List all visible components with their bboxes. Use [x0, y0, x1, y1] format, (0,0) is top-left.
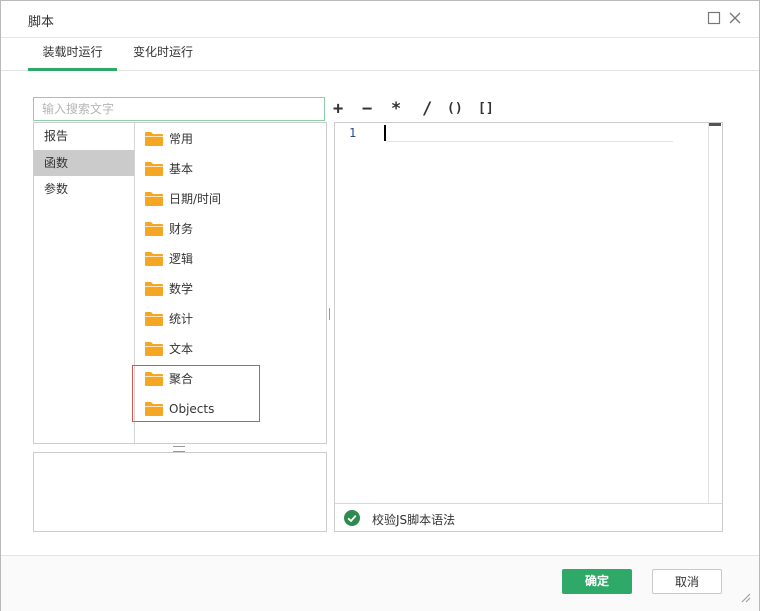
tab-on-load[interactable]: 装载时运行	[28, 38, 117, 71]
folder-icon	[145, 342, 163, 356]
category-item-functions[interactable]: 函数	[34, 150, 134, 176]
scrollbar-thumb[interactable]	[709, 123, 721, 126]
close-icon[interactable]	[727, 10, 743, 26]
category-item-parameters[interactable]: 参数	[34, 176, 134, 202]
category-item-report[interactable]: 报告	[34, 123, 134, 149]
brackets-operator-button[interactable]: []	[478, 100, 494, 118]
folder-icon	[145, 132, 163, 146]
folder-label: 逻辑	[169, 252, 194, 266]
folder-label: 文本	[169, 342, 194, 356]
ok-button[interactable]: 确定	[562, 569, 632, 594]
divide-operator-button[interactable]: /	[422, 100, 432, 118]
script-editor[interactable]: 1 校验JS脚本语法	[334, 122, 723, 532]
text-cursor	[384, 125, 386, 141]
folder-label: 财务	[169, 222, 194, 236]
folder-icon	[145, 192, 163, 206]
folder-label: 数学	[169, 282, 194, 296]
editor-status-bar: 校验JS脚本语法	[335, 503, 722, 532]
parentheses-operator-button[interactable]: ()	[447, 100, 463, 118]
multiply-operator-button[interactable]: *	[391, 100, 401, 118]
tab-on-change[interactable]: 变化时运行	[119, 38, 207, 68]
current-line-indicator	[387, 141, 673, 142]
minus-operator-button[interactable]: −	[362, 100, 372, 118]
script-dialog: 脚本 装载时运行 变化时运行 报告 函数 参数 常用 基本	[0, 0, 760, 611]
title-bar: 脚本	[1, 1, 759, 38]
maximize-icon[interactable]	[706, 10, 722, 26]
check-circle-icon[interactable]	[344, 510, 360, 526]
dialog-title: 脚本	[28, 15, 55, 30]
folder-label: 统计	[169, 312, 194, 326]
folder-icon	[145, 252, 163, 266]
highlight-box	[132, 365, 260, 422]
folder-icon	[145, 282, 163, 296]
dialog-footer: 确定 取消	[1, 555, 759, 611]
folder-label: 常用	[169, 132, 194, 146]
folder-icon	[145, 312, 163, 326]
folder-label: 基本	[169, 162, 194, 176]
validate-syntax-label[interactable]: 校验JS脚本语法	[372, 511, 455, 528]
line-number: 1	[349, 126, 357, 140]
folder-icon	[145, 222, 163, 236]
tab-bar: 装载时运行 变化时运行	[1, 38, 759, 71]
editor-scrollbar[interactable]	[708, 123, 721, 503]
cancel-button[interactable]: 取消	[652, 569, 722, 594]
resize-grip-icon[interactable]	[739, 591, 751, 603]
folder-label: 日期/时间	[169, 192, 222, 206]
plus-operator-button[interactable]: +	[333, 100, 343, 118]
function-description-panel	[33, 452, 327, 532]
category-list: 报告 函数 参数	[34, 123, 135, 443]
search-input[interactable]	[33, 97, 325, 121]
folder-icon	[145, 162, 163, 176]
